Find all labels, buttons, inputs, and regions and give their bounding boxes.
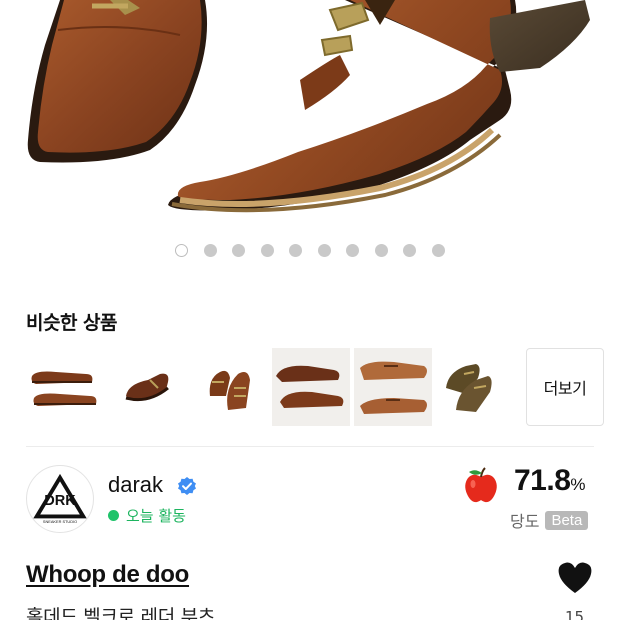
brand-title-link[interactable]: Whoop de doo (26, 561, 189, 589)
carousel-dot[interactable] (232, 244, 246, 257)
carousel-dot[interactable] (346, 244, 360, 257)
sweetness-label-row: 당도 Beta (510, 508, 589, 532)
similar-product-thumb[interactable] (190, 348, 268, 426)
like-heart-icon[interactable] (557, 561, 593, 595)
sweetness-value: 71.8 (514, 464, 571, 497)
carousel-dot[interactable] (289, 244, 303, 257)
drk-logo-icon: DRK SNEAKER STUDIO (33, 473, 87, 524)
olive-double-monk-shoes-icon (446, 364, 492, 412)
similar-product-thumb[interactable] (272, 348, 350, 426)
product-name: 홀데드 벨크로 레더 부츠 (26, 606, 216, 620)
similar-product-thumb[interactable] (436, 348, 514, 426)
similar-product-thumb[interactable] (26, 348, 104, 426)
more-similar-button[interactable]: 더보기 (526, 348, 604, 426)
beta-badge: Beta (545, 510, 589, 530)
section-divider (26, 446, 594, 447)
similar-product-thumb[interactable] (354, 348, 432, 426)
carousel-dot[interactable] (203, 244, 217, 257)
carousel-dot[interactable] (260, 244, 274, 257)
seller-avatar[interactable]: DRK SNEAKER STUDIO (26, 465, 94, 533)
carousel-pagination[interactable] (0, 244, 620, 257)
verified-badge-icon (178, 477, 196, 495)
activity-label: 오늘 활동 (126, 507, 186, 525)
online-dot-icon (108, 510, 119, 521)
brown-double-monk-shoes-icon (209, 370, 250, 410)
seller-activity-status: 오늘 활동 (108, 505, 186, 526)
similar-products-list: 더보기 (26, 348, 604, 426)
svg-text:DRK: DRK (44, 493, 76, 509)
leather-monk-shoes-image (27, 0, 590, 213)
like-count: 15 (565, 608, 585, 620)
dark-brown-loafer-single-icon (125, 373, 169, 402)
sweetness-unit: % (570, 475, 586, 494)
sweetness-score: 71.8% (514, 464, 586, 498)
brown-lace-up-shoes-pair-icon (276, 365, 344, 408)
apple-icon (465, 467, 497, 503)
similar-product-thumb[interactable] (108, 348, 186, 426)
carousel-dot[interactable] (374, 244, 388, 257)
carousel-dot[interactable] (317, 244, 331, 257)
brown-monk-strap-shoes-pair-icon (31, 371, 97, 406)
product-image-carousel[interactable] (0, 0, 620, 232)
seller-name[interactable]: darak (108, 472, 163, 498)
carousel-dot[interactable] (403, 244, 417, 257)
sweetness-label: 당도 (510, 512, 540, 531)
carousel-dot[interactable] (431, 244, 445, 257)
tan-oxford-shoes-pair-icon (360, 361, 427, 414)
carousel-dot[interactable] (175, 244, 189, 257)
similar-products-title: 비슷한 상품 (26, 312, 118, 334)
svg-text:SNEAKER STUDIO: SNEAKER STUDIO (43, 519, 77, 524)
